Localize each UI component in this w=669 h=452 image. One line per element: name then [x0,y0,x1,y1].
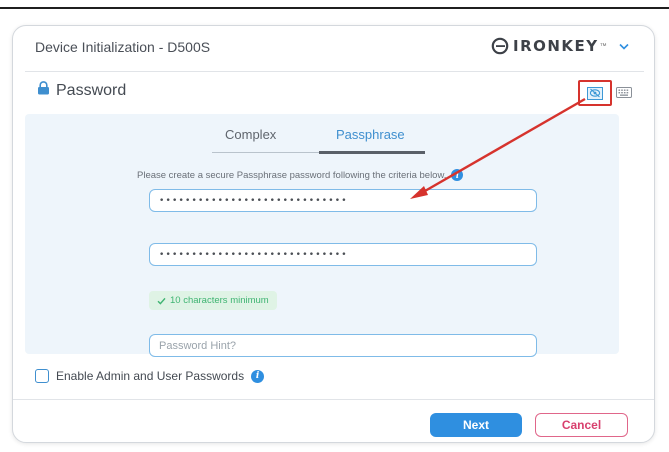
cancel-button[interactable]: Cancel [535,413,628,437]
top-rule [0,7,669,9]
lock-icon [37,81,50,100]
eye-slash-icon [587,86,603,100]
instruction-row: Please create a secure Passphrase passwo… [137,169,464,181]
password-hint-input[interactable]: Password Hint? [149,334,537,357]
section-header: Password [37,81,126,100]
password-hint-placeholder: Password Hint? [159,339,237,352]
requirement-badge: 10 characters minimum [149,291,277,310]
header-divider [25,71,644,72]
enable-admin-row: Enable Admin and User Passwords i [35,369,265,383]
brand-name: IRONKEY [513,37,599,55]
brand: IRONKEY ™ [491,37,629,55]
requirement-text: 10 characters minimum [170,295,269,306]
chevron-down-icon[interactable] [619,43,629,50]
passphrase-value: ••••••••••••••••••••••••••••• [159,195,348,206]
enable-admin-label[interactable]: Enable Admin and User Passwords [56,369,244,383]
keyboard-icon[interactable] [616,87,632,98]
enable-admin-checkbox[interactable] [35,369,49,383]
section-title: Password [56,81,127,99]
confirm-passphrase-input[interactable]: ••••••••••••••••••••••••••••• [149,243,537,266]
info-icon[interactable]: i [451,169,464,181]
next-button[interactable]: Next [430,413,522,437]
window-title: Device Initialization - D500S [35,39,211,55]
passphrase-input[interactable]: ••••••••••••••••••••••••••••• [149,189,537,212]
tab-passphrase[interactable]: Passphrase [336,127,405,142]
ironkey-logo: IRONKEY ™ [491,37,607,55]
footer-divider [13,399,654,400]
check-icon [157,297,166,305]
dialog-window: Device Initialization - D500S IRONKEY ™ … [12,25,655,443]
brand-trademark: ™ [599,42,607,50]
active-tab-indicator [319,151,425,154]
tab-complex[interactable]: Complex [225,127,276,142]
instruction-text: Please create a secure Passphrase passwo… [137,169,447,181]
admin-info-icon[interactable]: i [251,369,265,383]
show-password-toggle[interactable] [578,80,612,106]
confirm-passphrase-value: ••••••••••••••••••••••••••••• [159,249,348,260]
password-panel: Complex Passphrase Please create a secur… [25,114,619,357]
